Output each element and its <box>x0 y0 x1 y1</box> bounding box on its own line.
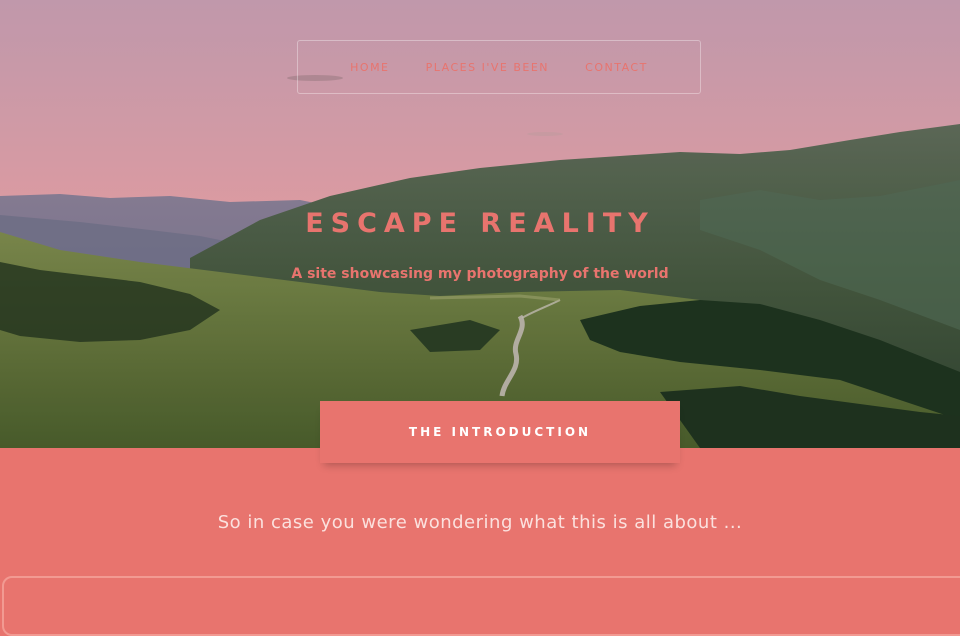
introduction-tab-label: THE INTRODUCTION <box>408 425 592 439</box>
hero-banner: HOME PLACES I'VE BEEN CONTACT ESCAPE REA… <box>0 0 960 448</box>
nav-link-contact[interactable]: CONTACT <box>585 61 648 74</box>
content-card <box>2 576 960 636</box>
introduction-tab: THE INTRODUCTION <box>320 401 680 463</box>
site-subtitle: A site showcasing my photography of the … <box>291 266 669 282</box>
nav-link-home[interactable]: HOME <box>350 61 389 74</box>
site-title: ESCAPE REALITY <box>305 208 655 239</box>
top-navigation: HOME PLACES I'VE BEEN CONTACT <box>297 40 701 94</box>
introduction-text: So in case you were wondering what this … <box>217 512 743 533</box>
nav-link-places[interactable]: PLACES I'VE BEEN <box>426 61 549 74</box>
